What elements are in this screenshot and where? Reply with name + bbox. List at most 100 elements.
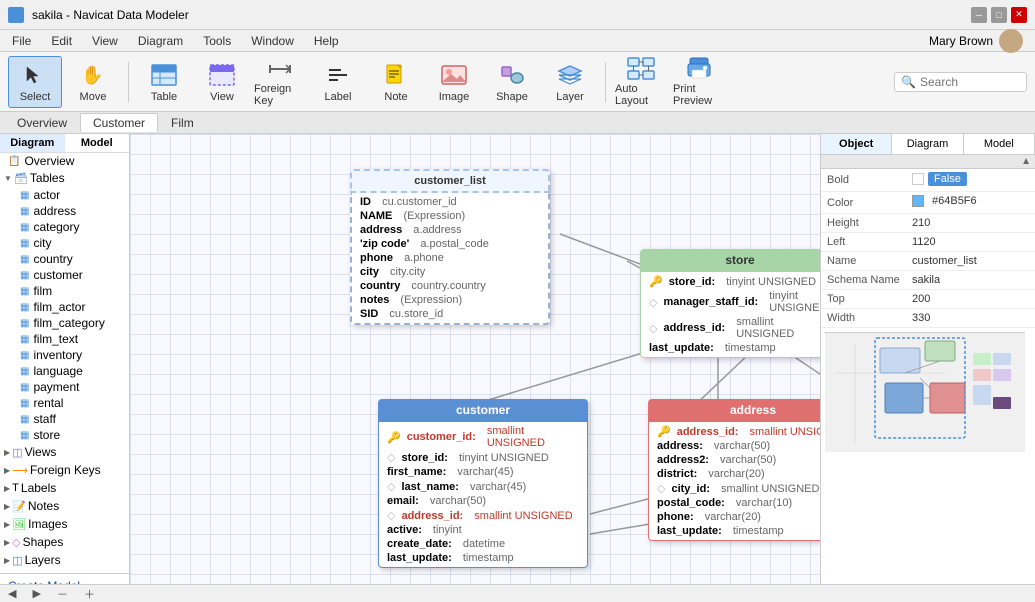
select-tool[interactable]: Select [8, 56, 62, 108]
color-swatch [912, 195, 924, 207]
table-tool[interactable]: Table [137, 56, 191, 108]
move-icon: ✋ [79, 61, 107, 89]
auto-layout-tool[interactable]: Auto Layout [614, 56, 668, 108]
zoom-out-btn[interactable]: － [57, 586, 68, 602]
sidebar-table-address[interactable]: ▦address [0, 203, 129, 219]
sidebar-views-group[interactable]: ◫ Views [0, 443, 129, 461]
image-icon [440, 61, 468, 89]
search-input[interactable] [920, 75, 1020, 89]
menu-edit[interactable]: Edit [43, 32, 80, 50]
table-row: address: varchar(50) [649, 439, 820, 453]
notes-collapse-icon [4, 502, 10, 511]
maximize-button[interactable]: □ [991, 7, 1007, 23]
shapes-collapse-icon [4, 538, 10, 547]
note-tool[interactable]: Note [369, 56, 423, 108]
sidebar-table-category[interactable]: ▦category [0, 219, 129, 235]
menu-help[interactable]: Help [306, 32, 347, 50]
table-row: last_update: timestamp [649, 524, 820, 538]
sidebar-table-country[interactable]: ▦country [0, 251, 129, 267]
props-tab-diagram[interactable]: Diagram [892, 134, 963, 154]
table-address[interactable]: address 🔑address_id: smallint UNSIGNED a… [648, 399, 820, 541]
sidebar-layers-group[interactable]: ◫ Layers [0, 551, 129, 569]
table-row: ◇last_name: varchar(45) [379, 479, 587, 494]
sidebar-table-payment[interactable]: ▦payment [0, 379, 129, 395]
scroll-right-btn[interactable]: ▶ [32, 587, 40, 600]
close-button[interactable]: ✕ [1011, 7, 1027, 23]
menu-tools[interactable]: Tools [195, 32, 239, 50]
sidebar-table-rental[interactable]: ▦rental [0, 395, 129, 411]
layer-tool[interactable]: Layer [543, 56, 597, 108]
sidebar-table-film[interactable]: ▦film [0, 283, 129, 299]
main-layout: Diagram Model 📋 Overview 🗃 Tables ▦actor… [0, 134, 1035, 584]
shape-tool[interactable]: Shape [485, 56, 539, 108]
minimap-svg [825, 333, 1025, 452]
sidebar-labels-group[interactable]: T Labels [0, 479, 129, 497]
title-bar: sakila - Navicat Data Modeler ─ □ ✕ [0, 0, 1035, 30]
app-title: sakila - Navicat Data Modeler [32, 8, 189, 22]
sidebar-table-customer[interactable]: ▦customer [0, 267, 129, 283]
label-tool[interactable]: Label [311, 56, 365, 108]
sidebar-table-film-text[interactable]: ▦film_text [0, 331, 129, 347]
sidebar-table-film-actor[interactable]: ▦film_actor [0, 299, 129, 315]
diagram-area[interactable]: customer_list ID cu.customer_id NAME (Ex… [130, 134, 820, 584]
table-store[interactable]: store 🔑store_id: tinyint UNSIGNED ◇manag… [640, 249, 820, 358]
table-row: postal_code: varchar(10) [649, 496, 820, 510]
image-tool[interactable]: Image [427, 56, 481, 108]
sidebar-tables-group[interactable]: 🗃 Tables [0, 169, 129, 187]
top-value: 200 [906, 290, 1035, 309]
schema-value: sakila [906, 271, 1035, 290]
sidebar-table-city[interactable]: ▦city [0, 235, 129, 251]
sidebar-images-group[interactable]: 🖼 Images [0, 515, 129, 533]
sidebar-shapes-group[interactable]: ◇ Shapes [0, 533, 129, 551]
user-area: Mary Brown [929, 29, 1023, 53]
sidebar-table-language[interactable]: ▦language [0, 363, 129, 379]
sidebar-create-model[interactable]: Create Model [0, 578, 129, 584]
menu-diagram[interactable]: Diagram [130, 32, 191, 50]
sidebar-table-film-category[interactable]: ▦film_category [0, 315, 129, 331]
table-row: active: tinyint [379, 523, 587, 537]
move-tool[interactable]: ✋ Move [66, 56, 120, 108]
scroll-left-btn[interactable]: ◀ [8, 587, 16, 600]
tab-film[interactable]: Film [158, 113, 207, 132]
table-row: ◇address_id: smallint UNSIGNED [379, 508, 587, 523]
view-label: View [210, 91, 234, 103]
sidebar-table-inventory[interactable]: ▦inventory [0, 347, 129, 363]
minimize-button[interactable]: ─ [971, 7, 987, 23]
bold-checkbox[interactable] [912, 173, 924, 185]
sidebar-model-tab[interactable]: Model [65, 134, 130, 152]
table-customer-list[interactable]: customer_list ID cu.customer_id NAME (Ex… [350, 169, 550, 325]
user-avatar [999, 29, 1023, 53]
table-row: city city.city [352, 265, 548, 279]
tab-overview[interactable]: Overview [4, 113, 80, 132]
tab-customer[interactable]: Customer [80, 113, 158, 132]
menu-file[interactable]: File [4, 32, 39, 50]
table-row: ◇manager_staff_id: tinyint UNSIGNED [641, 289, 820, 315]
search-box[interactable]: 🔍 [894, 72, 1027, 92]
sidebar-table-store[interactable]: ▦store [0, 427, 129, 443]
foreign-key-tool[interactable]: Foreign Key [253, 56, 307, 108]
table-row: 🔑customer_id: smallint UNSIGNED [379, 424, 587, 450]
sep2 [605, 62, 606, 102]
foreign-key-icon [266, 57, 294, 81]
sidebar-notes-group[interactable]: 📝 Notes [0, 497, 129, 515]
table-row: address2: varchar(50) [649, 453, 820, 467]
zoom-in-btn[interactable]: ＋ [84, 586, 95, 602]
print-preview-tool[interactable]: Print Preview [672, 56, 726, 108]
bottom-bar: ◀ ▶ － ＋ [0, 584, 1035, 602]
props-tab-object[interactable]: Object [821, 134, 892, 154]
sidebar-table-staff[interactable]: ▦staff [0, 411, 129, 427]
height-value: 210 [906, 214, 1035, 233]
sidebar-table-actor[interactable]: ▦actor [0, 187, 129, 203]
menu-window[interactable]: Window [243, 32, 302, 50]
layer-icon [556, 61, 584, 89]
sidebar-item-overview[interactable]: 📋 Overview [0, 153, 129, 169]
props-tab-model[interactable]: Model [964, 134, 1035, 154]
view-tool[interactable]: View [195, 56, 249, 108]
sidebar-diagram-tab[interactable]: Diagram [0, 134, 65, 152]
prop-row-color: Color #64B5F6 [821, 192, 1035, 214]
menu-view[interactable]: View [84, 32, 126, 50]
sidebar-fk-group[interactable]: ⟶ Foreign Keys [0, 461, 129, 479]
table-row: address a.address [352, 223, 548, 237]
table-row: phone: varchar(20) [649, 510, 820, 524]
table-customer[interactable]: customer 🔑customer_id: smallint UNSIGNED… [378, 399, 588, 568]
